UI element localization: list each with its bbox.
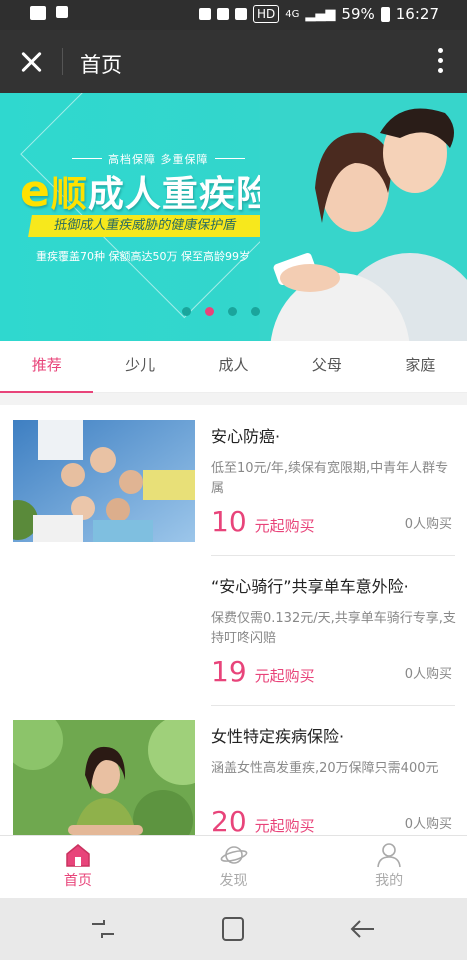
signal-icon: ▂▄▆	[305, 6, 336, 22]
product-price: 19	[211, 655, 247, 688]
battery-percent: 59%	[341, 5, 375, 23]
close-button[interactable]	[18, 49, 46, 77]
product-description: 保费仅需0.132元/天,共享单车骑行专享,支持叮咚闪赔	[211, 611, 456, 646]
hd-badge: HD	[253, 5, 280, 23]
tab-children[interactable]: 少儿	[93, 341, 186, 392]
nav-discover[interactable]: 发现	[156, 836, 312, 899]
product-item[interactable]: 安心防癌· 低至10元/年,续保有宽限期,中青年人群专属 10 元起购买 0人购买	[0, 405, 467, 555]
carousel-dot[interactable]	[182, 307, 191, 316]
battery-icon	[380, 6, 390, 22]
recent-apps-icon[interactable]	[88, 916, 118, 942]
system-navigation-bar	[0, 898, 467, 960]
status-right: HD 4G ▂▄▆ 59% 16:27	[199, 5, 439, 23]
buyer-count: 0人购买	[404, 667, 452, 682]
alarm-icon	[235, 8, 248, 20]
notification-icons	[30, 6, 68, 20]
carousel-dot-active[interactable]	[205, 307, 214, 316]
product-price: 10	[211, 505, 247, 538]
banner-features: 重疾覆盖70种 保额高达50万 保至高龄99岁	[36, 250, 250, 263]
planet-icon	[220, 846, 247, 864]
carousel-dot[interactable]	[251, 307, 260, 316]
buyer-count: 0人购买	[404, 817, 452, 832]
nfc-icon	[217, 8, 230, 20]
nav-discover-label: 发现	[219, 873, 248, 889]
image-notification-icon	[56, 6, 68, 18]
banner-couple-photo	[260, 93, 467, 341]
title-divider	[62, 48, 63, 75]
banner-slogan: 抵御成人重疾威胁的健康保护盾	[28, 215, 272, 237]
home-icon	[66, 844, 90, 867]
product-name: 安心防癌·	[211, 427, 281, 446]
lock-icon	[199, 8, 212, 20]
home-button-icon[interactable]	[218, 916, 248, 942]
tab-recommended[interactable]: 推荐	[0, 341, 94, 393]
tab-parents[interactable]: 父母	[280, 341, 373, 392]
buyer-count: 0人购买	[404, 517, 452, 532]
family-circle-photo	[13, 420, 195, 542]
nav-home-label: 首页	[63, 873, 92, 889]
status-bar: HD 4G ▂▄▆ 59% 16:27	[0, 0, 467, 30]
carousel-dot[interactable]	[228, 307, 237, 316]
price-suffix: 元起购买	[254, 667, 315, 685]
woman-portrait-photo	[13, 720, 195, 835]
clock: 16:27	[395, 5, 439, 23]
page-title: 首页	[80, 53, 122, 77]
back-icon[interactable]	[348, 916, 378, 942]
more-options-button[interactable]	[435, 48, 445, 76]
product-thumbnail-empty	[13, 570, 195, 692]
nav-mine[interactable]: 我的	[311, 836, 467, 899]
nav-mine-label: 我的	[375, 873, 404, 889]
section-separator	[0, 393, 467, 405]
banner-title: e顺成人重疾险	[20, 166, 273, 217]
product-name: 女性特定疾病保险·	[211, 727, 345, 746]
user-icon	[377, 843, 401, 868]
banner-carousel[interactable]: 高档保障 多重保障 e顺成人重疾险 抵御成人重疾威胁的健康保护盾 重疾覆盖70种…	[0, 93, 467, 341]
product-price: 20	[211, 805, 247, 835]
message-icon	[30, 6, 46, 20]
price-suffix: 元起购买	[254, 517, 315, 535]
product-list: 安心防癌· 低至10元/年,续保有宽限期,中青年人群专属 10 元起购买 0人购买…	[0, 405, 467, 835]
product-item[interactable]: 女性特定疾病保险· 涵盖女性高发重疾,20万保障只需400元 20 元起购买 0人…	[0, 705, 467, 835]
tab-family[interactable]: 家庭	[374, 341, 467, 392]
bottom-navigation: 首页 发现 我的	[0, 835, 467, 899]
product-name: “安心骑行”共享单车意外险·	[211, 577, 409, 596]
product-description: 涵盖女性高发重疾,20万保障只需400元	[211, 761, 439, 776]
network-type: 4G	[285, 8, 300, 20]
product-item[interactable]: “安心骑行”共享单车意外险· 保费仅需0.132元/天,共享单车骑行专享,支持叮…	[0, 555, 467, 705]
app-titlebar: 首页	[0, 30, 467, 93]
product-description: 低至10元/年,续保有宽限期,中青年人群专属	[211, 461, 449, 496]
nav-home[interactable]: 首页	[0, 836, 156, 899]
tab-adults[interactable]: 成人	[187, 341, 280, 392]
category-tabs: 推荐 少儿 成人 父母 家庭	[0, 341, 467, 393]
carousel-indicators	[182, 307, 260, 316]
price-suffix: 元起购买	[254, 817, 315, 835]
